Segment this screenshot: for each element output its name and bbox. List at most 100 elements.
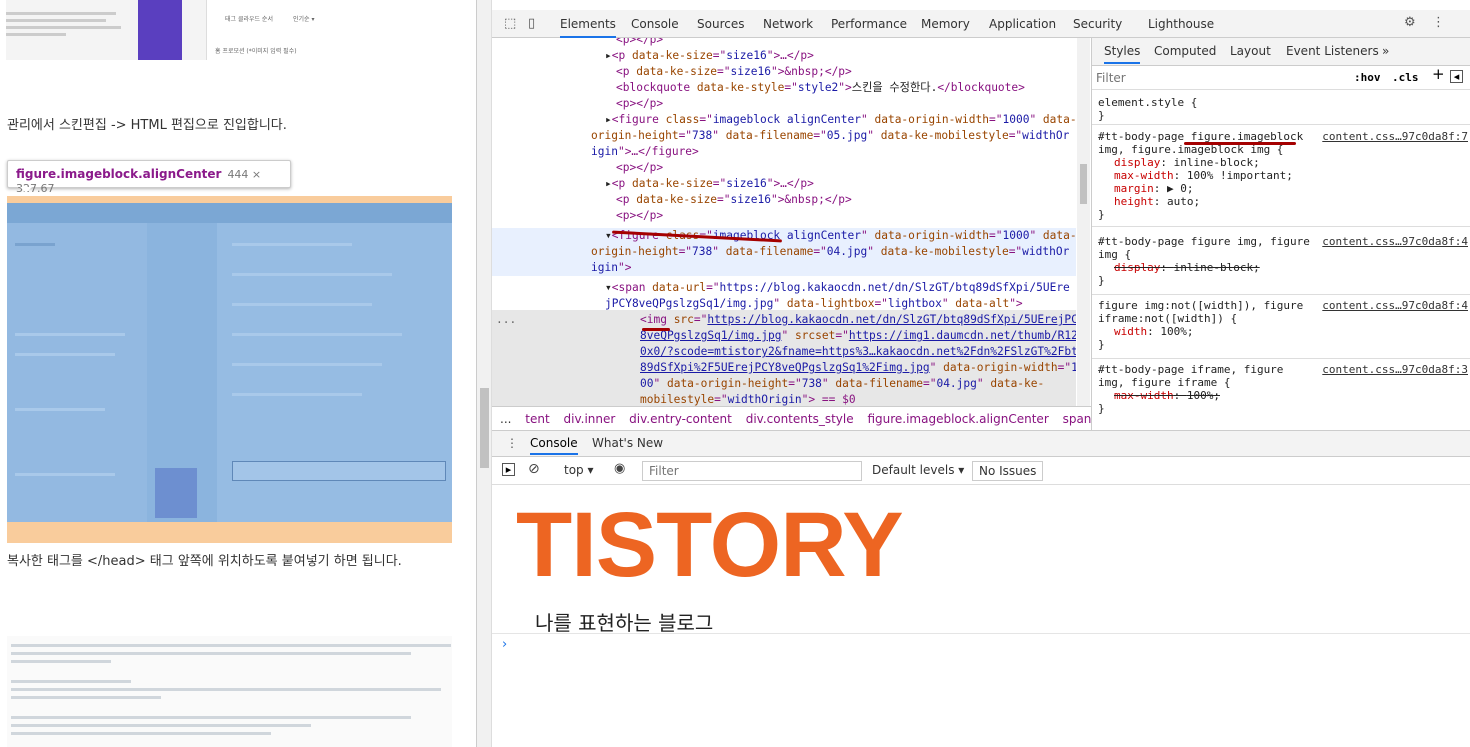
style-rule-iframe[interactable]: #tt-body-page iframe, figure img, figure…: [1098, 363, 1468, 415]
console-toolbar: ▸ ⊘ top ▾ ◉ Default levels ▾ No Issues: [492, 457, 1470, 485]
style-rule-element[interactable]: element.style {}: [1098, 96, 1468, 122]
console-sidebar-icon[interactable]: ▸: [502, 463, 515, 476]
dom-line-img[interactable]: <img src="https://blog.kakaocdn.net/dn/S…: [640, 312, 1076, 328]
dom-line[interactable]: <blockquote data-ke-style="style2">스킨을 수…: [616, 80, 1025, 96]
clear-console-icon[interactable]: ⊘: [528, 461, 540, 477]
device-toolbar-icon[interactable]: ▯: [528, 16, 535, 31]
dom-line[interactable]: <p data-ke-size="size16">&nbsp;</p>: [616, 192, 852, 208]
drawer-tabbar: ⋮ Console What's New: [492, 431, 1470, 457]
web-page-viewport: 태그 클라우드 순서 인기순 ▾ 홈 프로모션 (*이미지 입력 필수) 관리에…: [0, 0, 476, 747]
drawer-menu-icon[interactable]: ⋮: [506, 436, 518, 450]
dom-line[interactable]: ▸<p data-ke-size="size16">…</p>: [605, 48, 814, 64]
dom-line[interactable]: 89dSfXpi%2F5UErejPCY8veQPgslzgSq1%2Fimg.…: [640, 360, 1076, 376]
context-selector[interactable]: top ▾: [564, 463, 594, 477]
dom-line[interactable]: ▸<p data-ke-size="size16">…</p>: [605, 176, 814, 192]
tab-application[interactable]: Application: [989, 17, 1056, 31]
dom-line[interactable]: 8veQPgslzgSq1/img.jpg" srcset="https://i…: [640, 328, 1076, 344]
rule-source-link[interactable]: content.css…97c0da8f:4: [1322, 235, 1468, 248]
snippet-tag-cloud: 태그 클라우드 순서: [225, 16, 273, 23]
dom-line[interactable]: origin-height="738" data-filename="04.jp…: [591, 244, 1069, 260]
live-expression-eye-icon[interactable]: ◉: [614, 461, 625, 476]
tab-sources[interactable]: Sources: [697, 17, 744, 31]
annotation-underline: [1184, 142, 1296, 145]
rule-source-link[interactable]: content.css…97c0da8f:3: [1322, 363, 1468, 376]
rule-source-link[interactable]: content.css…97c0da8f:4: [1322, 299, 1468, 312]
inspect-element-icon[interactable]: ⬚: [504, 16, 516, 31]
tab-console[interactable]: Console: [631, 17, 679, 31]
devtools-panel: ⬚ ▯ Elements Console Sources Network Per…: [476, 0, 1470, 747]
annotation-underline: [642, 328, 670, 331]
dom-line[interactable]: 00" data-origin-height="738" data-filena…: [640, 376, 1044, 392]
inspected-image[interactable]: [7, 203, 452, 522]
dom-line[interactable]: ▸<figure class="imageblock alignCenter" …: [605, 112, 1076, 128]
dom-line[interactable]: <p></p>: [616, 96, 663, 112]
style-rule-figure-img[interactable]: #tt-body-page figure img, figure img { c…: [1098, 235, 1468, 287]
page-scrollbar[interactable]: [477, 0, 492, 747]
devtools-tabbar: ⬚ ▯ Elements Console Sources Network Per…: [492, 10, 1470, 38]
tab-elements[interactable]: Elements: [560, 17, 616, 38]
dom-line[interactable]: jPCY8veQPgslzgSq1/img.jpg" data-lightbox…: [605, 296, 1023, 312]
console-filter-input[interactable]: [642, 461, 862, 481]
dom-line[interactable]: <p></p>: [616, 208, 663, 224]
hov-toggle[interactable]: :hov: [1354, 71, 1381, 84]
breadcrumb-item[interactable]: span: [1063, 412, 1091, 426]
next-code-image: [7, 636, 452, 747]
rule-source-link[interactable]: content.css…97c0da8f:7: [1322, 130, 1468, 143]
dom-line-span[interactable]: ▾<span data-url="https://blog.kakaocdn.n…: [605, 280, 1070, 296]
snippet-sort: 인기순 ▾: [293, 16, 315, 23]
console-tistory-subtitle: 나를 표현하는 블로그: [535, 611, 714, 635]
dom-line[interactable]: <p></p>: [616, 38, 663, 48]
styles-tabbar: Styles Computed Layout Event Listeners »: [1092, 38, 1470, 66]
drawer-tab-whats-new[interactable]: What's New: [592, 436, 663, 450]
page-scrollbar-thumb[interactable]: [480, 388, 489, 468]
more-options-icon[interactable]: ⋮: [1432, 15, 1445, 30]
breadcrumb-item[interactable]: figure.imageblock.alignCenter: [867, 412, 1048, 426]
breadcrumb-item[interactable]: div.inner: [564, 412, 616, 426]
breadcrumb-item[interactable]: ...: [500, 412, 511, 426]
dom-line[interactable]: <p data-ke-size="size16">&nbsp;</p>: [616, 64, 852, 80]
settings-screenshot: 태그 클라우드 순서 인기순 ▾ 홈 프로모션 (*이미지 입력 필수): [206, 0, 452, 60]
thumbnail-image: [138, 0, 182, 60]
dom-line[interactable]: 0x0/?scode=mtistory2&fname=https%3…kakao…: [640, 344, 1076, 360]
dom-line[interactable]: igin">…</figure>: [591, 144, 699, 160]
paragraph-paste-instructions: 복사한 태그를 </head> 태그 앞쪽에 위치하도록 붙여넣기 하면 됩니다…: [7, 554, 402, 569]
new-rule-icon[interactable]: +: [1432, 67, 1445, 82]
inspect-tooltip: figure.imageblock.alignCenter 444 × 327.6…: [7, 160, 291, 195]
computed-sidebar-icon[interactable]: ◂: [1450, 70, 1463, 83]
default-levels-dropdown[interactable]: Default levels ▾: [872, 463, 964, 477]
elements-scrollbar[interactable]: [1077, 38, 1090, 406]
tab-computed[interactable]: Computed: [1154, 45, 1216, 58]
breadcrumb-item[interactable]: div.entry-content: [629, 412, 732, 426]
styles-filter-input[interactable]: [1096, 69, 1296, 87]
dom-line[interactable]: <p></p>: [616, 160, 663, 176]
tab-more[interactable]: »: [1382, 45, 1389, 58]
styles-pane: Styles Computed Layout Event Listeners »…: [1091, 38, 1470, 430]
inspected-figure-highlight[interactable]: [7, 196, 452, 543]
node-more-dots[interactable]: ...: [496, 312, 516, 328]
console-drawer: ⋮ Console What's New ▸ ⊘ top ▾ ◉ Default…: [492, 430, 1470, 747]
elements-scrollbar-thumb[interactable]: [1080, 164, 1087, 204]
tab-security[interactable]: Security: [1073, 17, 1122, 31]
tab-layout[interactable]: Layout: [1230, 45, 1271, 58]
breadcrumb-item[interactable]: tent: [525, 412, 549, 426]
console-prompt[interactable]: ›: [492, 633, 1470, 655]
elements-dom-tree[interactable]: <p></p> ▸<p data-ke-size="size16">…</p> …: [492, 38, 1076, 406]
style-rule-not-width[interactable]: figure img:not([width]), figure iframe:n…: [1098, 299, 1468, 351]
dom-line[interactable]: origin-height="738" data-filename="05.jp…: [591, 128, 1069, 144]
tab-performance[interactable]: Performance: [831, 17, 907, 31]
styles-filter-bar: :hov .cls + ◂: [1092, 66, 1470, 90]
tab-event-listeners[interactable]: Event Listeners: [1286, 45, 1379, 58]
tab-network[interactable]: Network: [763, 17, 813, 31]
breadcrumb-item[interactable]: div.contents_style: [746, 412, 854, 426]
tab-styles[interactable]: Styles: [1104, 45, 1141, 64]
cls-toggle[interactable]: .cls: [1392, 71, 1419, 84]
tab-memory[interactable]: Memory: [921, 17, 970, 31]
dom-line[interactable]: mobilestyle="widthOrigin"> == $0: [640, 392, 856, 406]
settings-gear-icon[interactable]: ⚙: [1404, 15, 1416, 30]
dom-line[interactable]: igin">: [591, 260, 631, 276]
console-tistory-banner: TISTORY: [516, 494, 904, 596]
paragraph-html-edit: 관리에서 스킨편집 -> HTML 편집으로 진입합니다.: [7, 118, 287, 133]
drawer-tab-console[interactable]: Console: [530, 436, 578, 455]
tab-lighthouse[interactable]: Lighthouse: [1148, 17, 1214, 31]
issues-button[interactable]: No Issues: [972, 461, 1044, 481]
